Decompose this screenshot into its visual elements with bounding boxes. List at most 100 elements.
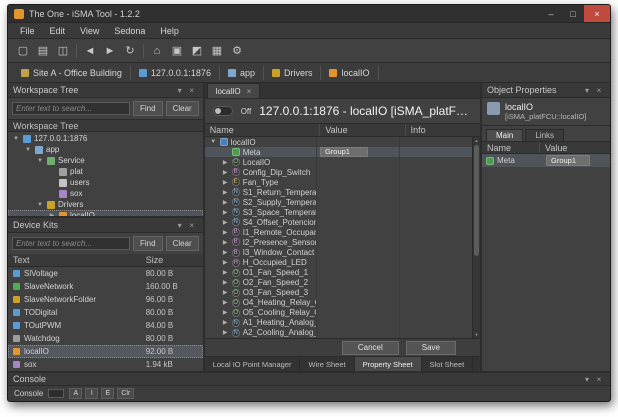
forward-icon[interactable]: ► [101, 42, 119, 60]
breadcrumb-item[interactable]: Site A - Office Building [13, 66, 131, 80]
property-row[interactable]: ▶ N S3_Space_Temperature [205, 207, 472, 217]
breadcrumb-item[interactable]: localIO [321, 66, 378, 80]
view-tab[interactable]: Slot Sheet [422, 357, 474, 371]
expander-icon[interactable]: ▶ [222, 319, 229, 326]
tree-item[interactable]: ▼ Drivers [8, 199, 203, 210]
column-header-name[interactable]: Name [482, 142, 540, 153]
property-value-cell[interactable] [317, 157, 400, 167]
property-row[interactable]: ▶ B I2_Presence_Sensor_Co... [205, 237, 472, 247]
expander-icon[interactable]: ▶ [222, 159, 229, 166]
property-row[interactable]: ▶ O O4_Heating_Relay_Out [205, 298, 472, 308]
expander-icon[interactable]: ▶ [222, 289, 229, 296]
property-value-cell[interactable] [317, 177, 400, 187]
breadcrumb-item[interactable]: 127.0.0.1:1876 [131, 66, 220, 80]
console-filter-button[interactable]: E [101, 388, 114, 399]
expander-icon[interactable]: ▶ [222, 219, 229, 226]
tree-item[interactable]: ▼ app [8, 144, 203, 155]
title-bar[interactable]: The One - iSMA Tool - 1.2.2 – □ × [8, 5, 610, 23]
property-value-cell[interactable] [317, 288, 400, 298]
property-value-cell[interactable] [317, 318, 400, 328]
panel-pin-icon[interactable]: ▾ [581, 86, 593, 95]
property-row[interactable]: ▶ N S4_Offset_Potenciometer [205, 217, 472, 227]
tree-item[interactable]: users [8, 177, 203, 188]
tab-localio[interactable]: localIO × [207, 83, 261, 98]
kit-row[interactable]: TOutPWM 84.00 B [8, 319, 203, 332]
expander-icon[interactable]: ▶ [222, 329, 229, 336]
panel-pin-icon[interactable]: ▾ [174, 86, 186, 95]
property-row[interactable]: ▶ O LocalIO [205, 157, 472, 167]
property-row[interactable]: ▶ O O5_Cooling_Relay_Out [205, 308, 472, 318]
expander-icon[interactable]: ▶ [222, 179, 229, 186]
enable-toggle[interactable] [213, 106, 233, 116]
expander-icon[interactable]: ▶ [222, 199, 229, 206]
console-filter-button[interactable]: Clr [117, 388, 134, 399]
object-property-row[interactable]: Meta Group1 [482, 154, 610, 167]
panel-pin-icon[interactable]: ▾ [174, 221, 186, 230]
tab-close-icon[interactable]: × [247, 87, 252, 96]
property-value-cell[interactable]: Group1 [317, 147, 400, 157]
property-row[interactable]: ▶ O O3_Fan_Speed_3 [205, 288, 472, 298]
search-input[interactable] [12, 102, 130, 115]
kit-row[interactable]: SlVoltage 80.00 B [8, 267, 203, 280]
station-icon[interactable]: ▣ [168, 42, 186, 60]
object-tab[interactable]: Links [525, 129, 564, 141]
refresh-icon[interactable]: ↻ [121, 42, 139, 60]
menu-item[interactable]: File [13, 25, 42, 37]
scroll-down-icon[interactable]: ▼ [473, 332, 480, 337]
settings-icon[interactable]: ⚙ [228, 42, 246, 60]
column-header-size[interactable]: Size [146, 255, 198, 265]
search-input[interactable] [12, 237, 130, 250]
kit-manager-icon[interactable]: ▦ [208, 42, 226, 60]
property-value-cell[interactable] [317, 187, 400, 197]
expander-icon[interactable]: ▶ [222, 259, 229, 266]
new-workspace-icon[interactable]: ▢ [14, 42, 32, 60]
tree-item[interactable]: sox [8, 188, 203, 199]
property-row[interactable]: ▶ H H_Occupied_LED [205, 258, 472, 268]
kit-row[interactable]: SlaveNetwork 160.00 B [8, 280, 203, 293]
column-header-text[interactable]: Text [13, 255, 146, 265]
expander-icon[interactable]: ▶ [48, 212, 56, 216]
property-value-cell[interactable] [317, 248, 400, 258]
expander-icon[interactable]: ▶ [222, 299, 229, 306]
property-row[interactable]: ▶ N A1_Heating_Analog_Out [205, 318, 472, 328]
scrollbar-thumb[interactable] [474, 145, 479, 256]
property-value-cell[interactable] [317, 258, 400, 268]
kit-row[interactable]: TODigital 80.00 B [8, 306, 203, 319]
kit-row[interactable]: localIO 92.00 B [8, 345, 203, 358]
view-tab[interactable]: Local IO Point Manager [205, 357, 301, 371]
panel-close-icon[interactable]: × [593, 375, 605, 384]
kit-row[interactable]: SlaveNetworkFolder 96.00 B [8, 293, 203, 306]
console-filter-button[interactable]: I [85, 388, 98, 399]
property-value-cell[interactable] [317, 237, 400, 247]
home-icon[interactable]: ⌂ [148, 42, 166, 60]
save-button[interactable]: Save [406, 341, 456, 355]
property-row[interactable]: ▶ O O2_Fan_Speed_2 [205, 278, 472, 288]
property-row[interactable]: Meta Group1 [205, 147, 472, 157]
property-row[interactable]: ▶ B I1_Remote_Occupancy_... [205, 227, 472, 237]
find-button[interactable]: Find [133, 236, 163, 251]
property-row[interactable]: ▶ N S2_Supply_Temperature [205, 197, 472, 207]
minimize-icon[interactable]: – [540, 5, 562, 22]
property-row[interactable]: ▶ N S1_Return_Temperature [205, 187, 472, 197]
column-header-value[interactable]: Value [320, 124, 405, 136]
property-row[interactable]: ▼ localIO [205, 137, 472, 147]
object-tab[interactable]: Main [486, 129, 523, 141]
property-value-cell[interactable] [317, 137, 400, 147]
cancel-button[interactable]: Cancel [342, 341, 399, 355]
property-value-cell[interactable] [317, 268, 400, 278]
panel-close-icon[interactable]: × [593, 86, 605, 95]
tree-item[interactable]: ▼ 127.0.0.1:1876 [8, 133, 203, 144]
menu-item[interactable]: Help [153, 25, 186, 37]
expander-icon[interactable]: ▶ [222, 249, 229, 256]
back-icon[interactable]: ◄ [81, 42, 99, 60]
expander-icon[interactable]: ▼ [12, 136, 20, 142]
kit-row[interactable]: Watchdog 80.00 B [8, 332, 203, 345]
tree-item[interactable]: ▼ Service [8, 155, 203, 166]
property-value-cell[interactable] [317, 227, 400, 237]
view-tab[interactable]: Wire Sheet [300, 357, 354, 371]
property-row[interactable]: ▶ E Fan_Type [205, 177, 472, 187]
clear-button[interactable]: Clear [166, 101, 199, 116]
column-header-info[interactable]: Info [406, 124, 480, 136]
view-tab[interactable]: Property Sheet [355, 357, 422, 371]
expander-icon[interactable]: ▼ [24, 147, 32, 153]
